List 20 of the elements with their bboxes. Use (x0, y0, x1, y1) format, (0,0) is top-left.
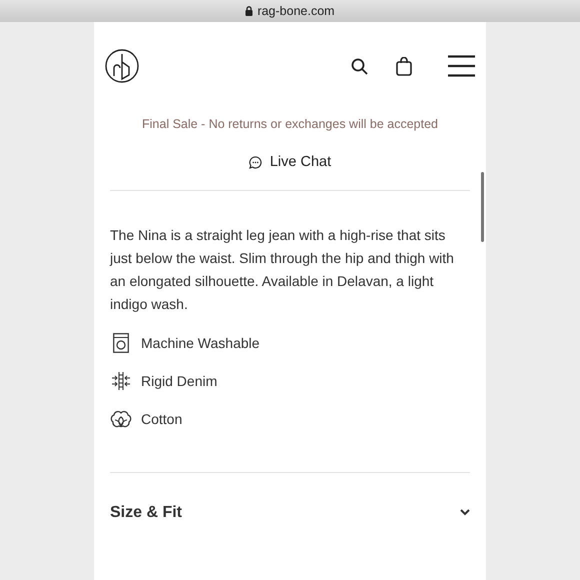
url-text: rag-bone.com (257, 2, 335, 20)
live-chat-button[interactable]: Live Chat (248, 152, 332, 174)
menu-icon[interactable] (448, 55, 475, 77)
feature-label: Cotton (141, 410, 182, 428)
chat-bubble-icon (248, 156, 262, 170)
shopping-bag-icon[interactable] (396, 56, 412, 76)
ladder-arrows-icon (111, 371, 131, 391)
address-bar[interactable]: rag-bone.com (0, 0, 580, 22)
product-description: The Nina is a straight leg jean with a high-rise that sits just below the waist. Slim through the hip and thigh with an elongated silhouette. Available in Delavan, a light indigo wash. (110, 226, 455, 314)
scrollbar-thumb[interactable] (481, 172, 484, 242)
logo-icon[interactable] (105, 49, 139, 83)
feature-label: Machine Washable (141, 334, 260, 352)
chevron-down-icon[interactable] (460, 509, 470, 516)
washing-machine-icon (113, 333, 129, 353)
final-sale-notice: Final Sale - No returns or exchanges will be accepted (141, 116, 439, 133)
cotton-flower-icon (110, 409, 132, 429)
accordion-title[interactable]: Size & Fit (110, 500, 182, 524)
feature-label: Rigid Denim (141, 372, 218, 391)
lock-icon (245, 6, 254, 16)
search-icon[interactable] (351, 58, 368, 74)
